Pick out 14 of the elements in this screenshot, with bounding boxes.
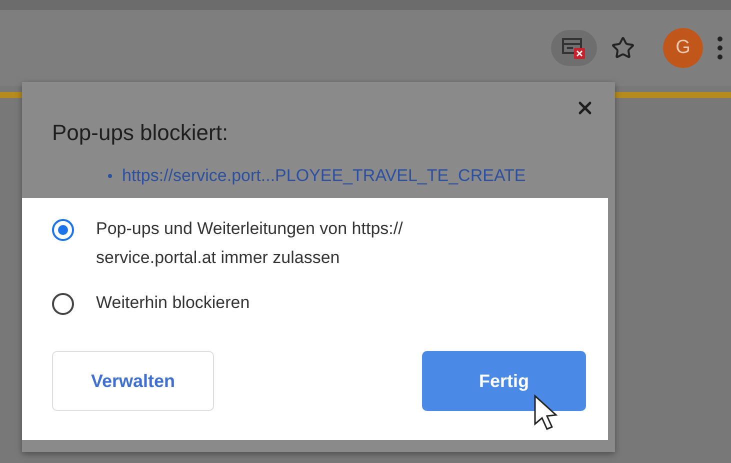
dialog-title: Pop-ups blockiert: bbox=[52, 120, 230, 146]
star-icon[interactable] bbox=[611, 36, 635, 60]
more-menu-icon[interactable] bbox=[717, 36, 723, 60]
blocked-popup-button[interactable] bbox=[551, 30, 597, 66]
option-label: Weiterhin blockieren bbox=[96, 292, 250, 314]
radio-button[interactable] bbox=[52, 219, 74, 241]
blocked-window-icon bbox=[562, 37, 586, 59]
mouse-cursor-icon bbox=[533, 394, 559, 432]
avatar[interactable]: G bbox=[663, 28, 703, 68]
bullet-icon bbox=[108, 174, 112, 178]
blocked-url-link[interactable]: https://service.port...PLOYEE_TRAVEL_TE_CREATE bbox=[122, 166, 526, 186]
radio-button[interactable] bbox=[52, 293, 74, 315]
option-label: Pop-ups und Weiterleitungen von https:// service.portal.at immer zulassen bbox=[96, 218, 403, 269]
manage-button[interactable]: Verwalten bbox=[52, 351, 214, 411]
